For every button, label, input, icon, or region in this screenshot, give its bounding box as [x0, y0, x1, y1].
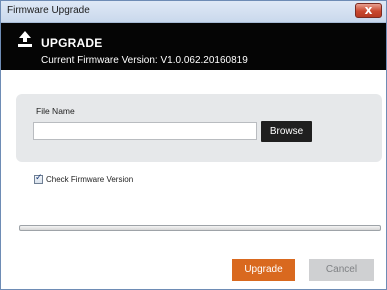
file-name-label: File Name	[36, 106, 75, 116]
upgrade-header: UPGRADE Current Firmware Version: V1.0.0…	[1, 23, 386, 70]
upload-icon	[18, 31, 32, 47]
file-name-input[interactable]	[33, 122, 257, 140]
close-icon: x	[364, 3, 373, 17]
file-selection-panel: File Name Browse	[16, 94, 382, 162]
upgrade-progress-bar	[19, 225, 381, 231]
check-firmware-version-label: Check Firmware Version	[46, 175, 134, 184]
title-bar[interactable]: Firmware Upgrade x	[1, 1, 386, 23]
browse-button[interactable]: Browse	[261, 121, 312, 142]
firmware-upgrade-dialog: Firmware Upgrade x UPGRADE Current Firmw…	[0, 0, 387, 290]
cancel-button[interactable]: Cancel	[309, 259, 374, 281]
header-title: UPGRADE	[41, 36, 103, 50]
check-firmware-version-checkbox[interactable]: ✓	[34, 173, 43, 184]
current-firmware-version: Current Firmware Version: V1.0.062.20160…	[41, 55, 248, 66]
upgrade-button[interactable]: Upgrade	[232, 259, 295, 281]
window-title: Firmware Upgrade	[7, 5, 90, 16]
checkmark-icon: ✓	[35, 173, 43, 183]
close-button[interactable]: x	[355, 3, 382, 18]
